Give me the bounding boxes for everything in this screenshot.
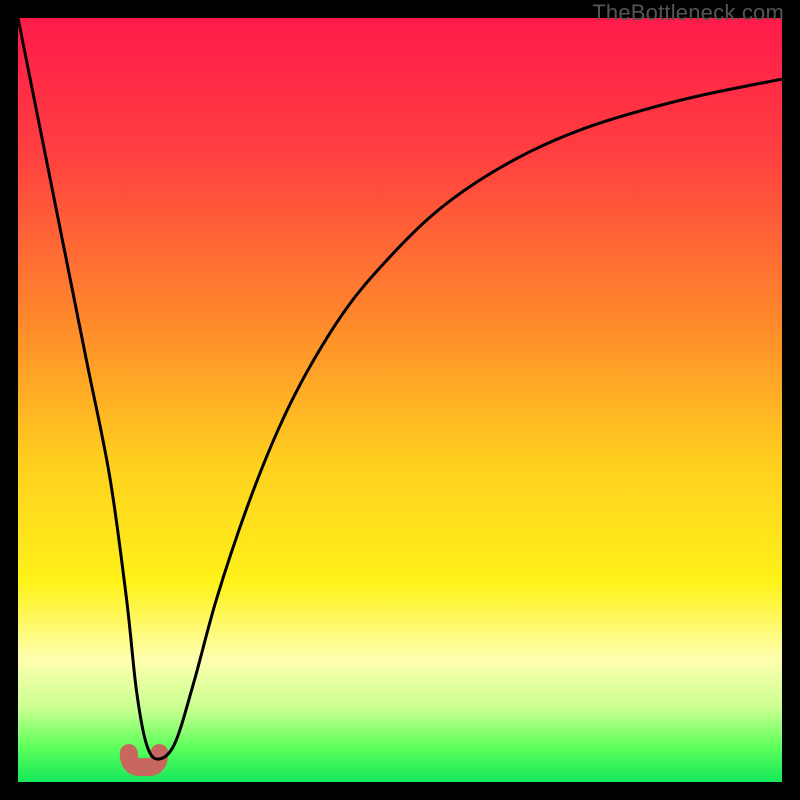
watermark-text: TheBottleneck.com xyxy=(592,0,784,26)
chart-frame xyxy=(18,18,782,782)
chart-canvas xyxy=(18,18,782,782)
